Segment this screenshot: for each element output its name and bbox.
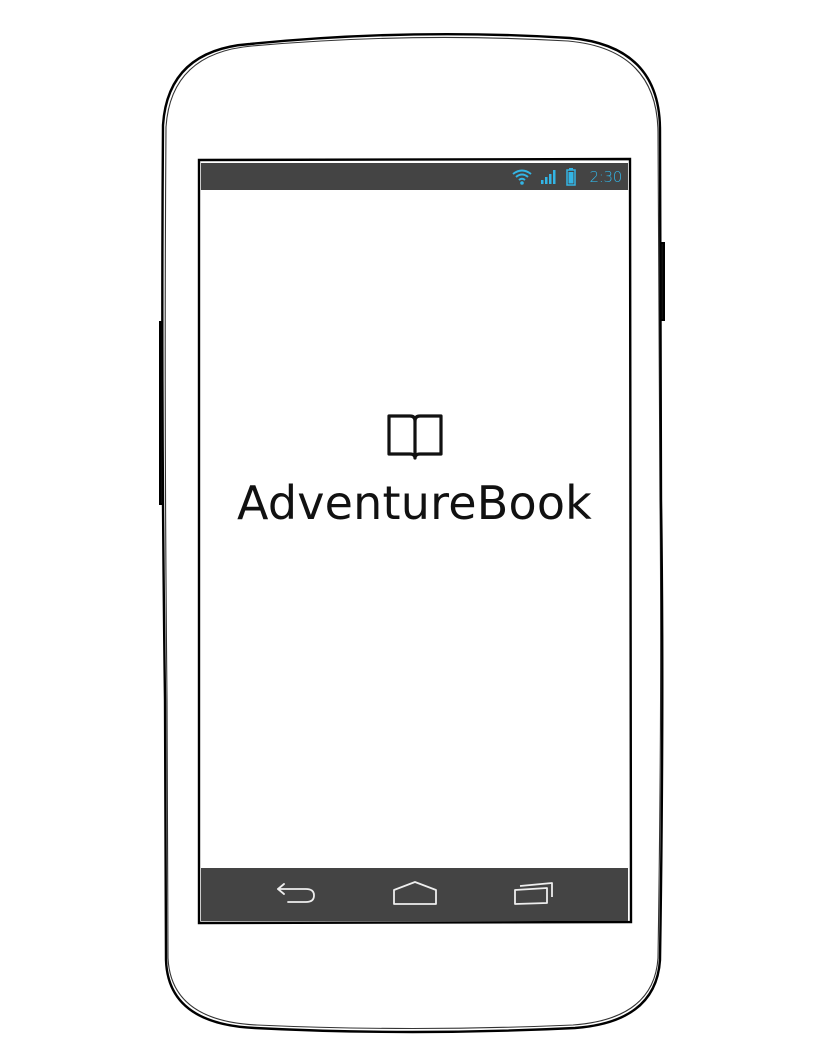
phone-mockup: 2:30 AdventureBook — [0, 0, 819, 1056]
recent-apps-icon — [511, 880, 557, 910]
status-time: 2:30 — [589, 168, 623, 186]
status-icons: 2:30 — [511, 167, 623, 187]
back-button[interactable] — [266, 878, 326, 912]
book-icon — [201, 410, 628, 460]
home-button[interactable] — [385, 878, 445, 912]
recent-apps-button[interactable] — [504, 878, 564, 912]
home-icon — [391, 880, 439, 910]
status-bar: 2:30 — [201, 163, 628, 190]
back-icon — [274, 880, 318, 910]
battery-icon — [565, 168, 576, 186]
splash-screen: AdventureBook — [201, 190, 628, 868]
app-title: AdventureBook — [236, 476, 592, 530]
app-logo: AdventureBook — [201, 410, 628, 530]
navigation-bar — [201, 868, 628, 921]
wifi-icon — [511, 169, 532, 185]
signal-icon — [540, 169, 558, 185]
